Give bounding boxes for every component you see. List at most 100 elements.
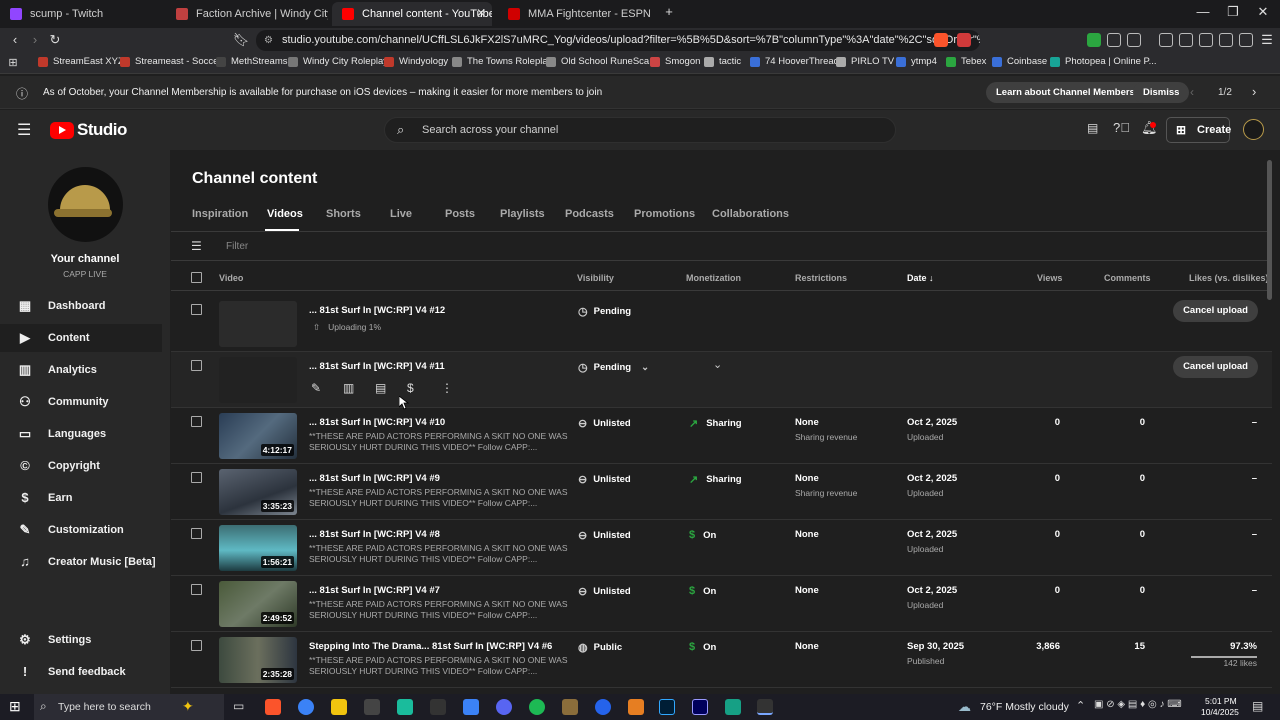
bookmark-item[interactable]: Windyology xyxy=(384,56,448,67)
video-title[interactable]: ... 81st Surf In [WC:RP] V4 #8 xyxy=(309,529,440,540)
tab-inspiration[interactable]: Inspiration xyxy=(192,208,248,220)
bookmark-item[interactable]: MethStreams xyxy=(216,56,288,67)
menu-icon[interactable]: ☰ xyxy=(1258,31,1276,49)
app-icon[interactable] xyxy=(463,699,479,715)
visibility-status[interactable]: ◷ Pending ⌄ xyxy=(578,361,649,374)
bookmark-item[interactable]: PIRLO TV xyxy=(836,56,894,67)
new-tab-icon[interactable]: + xyxy=(654,4,684,19)
video-title[interactable]: ... 81st Surf In [WC:RP] V4 #9 xyxy=(309,473,440,484)
sidebar-item-analytics[interactable]: ▥ Analytics xyxy=(0,356,162,384)
url-field[interactable]: ⚙︎ studio.youtube.com/channel/UCffLSL6Jk… xyxy=(256,30,980,51)
video-thumbnail[interactable]: 1:56:21 xyxy=(219,525,297,571)
studio-logo[interactable]: Studio xyxy=(50,120,127,140)
tab-videos[interactable]: Videos xyxy=(267,208,303,220)
video-thumbnail[interactable]: 2:35:28 xyxy=(219,637,297,683)
table-row[interactable]: ... 81st Surf In [WC:RP] V4 #12 ⇧ Uploadi… xyxy=(171,296,1272,352)
tab-playlists[interactable]: Playlists xyxy=(500,208,545,220)
app-icon[interactable] xyxy=(725,699,741,715)
extension-icon[interactable] xyxy=(1127,33,1141,47)
cancel-upload-button[interactable]: Cancel upload xyxy=(1173,356,1258,378)
tab-collaborations[interactable]: Collaborations xyxy=(712,208,789,220)
sidebar-item-dashboard[interactable]: ▦ Dashboard xyxy=(0,292,162,320)
app-icon[interactable] xyxy=(397,699,413,715)
task-view-icon[interactable]: ▭ xyxy=(233,699,244,713)
bookmark-item[interactable]: Smogon xyxy=(650,56,700,67)
create-button[interactable]: ⊞ Create xyxy=(1166,117,1231,143)
bookmark-item[interactable]: StreamEast XYZ xyxy=(38,56,124,67)
back-icon[interactable]: ‹ xyxy=(6,31,24,49)
browser-tab[interactable]: MMA Fightcenter - ESPN xyxy=(498,2,658,26)
sidebar-item-settings[interactable]: ⚙︎ Settings xyxy=(0,626,162,654)
reload-icon[interactable]: ↻ xyxy=(46,31,64,49)
next-icon[interactable]: › xyxy=(1252,84,1256,99)
leo-icon[interactable] xyxy=(1219,33,1233,47)
music-control-icon[interactable] xyxy=(1159,33,1173,47)
table-row[interactable]: 4:12:17 ... 81st Surf In [WC:RP] V4 #10 … xyxy=(171,408,1272,464)
feedback-icon[interactable]: ▤ xyxy=(1087,121,1098,135)
column-visibility[interactable]: Visibility xyxy=(577,273,614,283)
app-icon[interactable] xyxy=(757,699,773,715)
bookmark-item[interactable]: Streameast - Soccer xyxy=(120,56,222,67)
video-thumbnail[interactable]: 2:49:52 xyxy=(219,581,297,627)
avatar[interactable] xyxy=(1243,119,1264,140)
tab-promotions[interactable]: Promotions xyxy=(634,208,695,220)
tray-chevron-icon[interactable]: ⌃ xyxy=(1076,699,1085,712)
table-row[interactable]: 2:49:52 ... 81st Surf In [WC:RP] V4 #7 *… xyxy=(171,576,1272,632)
bookmark-item[interactable]: tactic xyxy=(704,56,741,67)
scrollbar[interactable] xyxy=(1267,160,1272,300)
discord-icon[interactable] xyxy=(496,699,512,715)
row-checkbox[interactable] xyxy=(191,640,202,651)
premiere-icon[interactable] xyxy=(692,699,708,715)
visibility-status[interactable]: ◷ Pending xyxy=(578,305,631,318)
help-icon[interactable]: ?⃝ xyxy=(1113,120,1130,135)
windows-start-icon[interactable]: ⊞ xyxy=(9,698,21,715)
bookmark-item[interactable]: The Towns Roleplay xyxy=(452,56,552,67)
tab-podcasts[interactable]: Podcasts xyxy=(565,208,614,220)
select-all-checkbox[interactable] xyxy=(191,272,202,283)
visibility-status[interactable]: ⊖ Unlisted xyxy=(578,529,631,542)
row-checkbox[interactable] xyxy=(191,360,202,371)
close-window-icon[interactable]: ✕ xyxy=(1248,4,1278,20)
video-title[interactable]: ... 81st Surf In [WC:RP] V4 #12 xyxy=(309,305,445,316)
column-comments[interactable]: Comments xyxy=(1104,273,1151,283)
site-info-icon[interactable]: ⚙︎ xyxy=(264,30,273,51)
video-thumbnail[interactable] xyxy=(219,301,297,347)
taskbar-search[interactable]: ⌕ Type here to search ✦ xyxy=(34,694,224,720)
visibility-status[interactable]: ⊖ Unlisted xyxy=(578,585,631,598)
column-likes[interactable]: Likes (vs. dislikes) xyxy=(1189,273,1269,283)
brave-icon[interactable] xyxy=(265,699,281,715)
visibility-status[interactable]: ⊖ Unlisted xyxy=(578,473,631,486)
vlc-icon[interactable] xyxy=(628,699,644,715)
column-restrictions[interactable]: Restrictions xyxy=(795,273,847,283)
spotify-icon[interactable] xyxy=(529,699,545,715)
bookmark-item[interactable]: 74 HooverThread xyxy=(750,56,839,67)
browser-tab[interactable]: Faction Archive | Windy City Roleplay xyxy=(166,2,328,26)
table-row[interactable]: 2:35:28 Stepping Into The Drama... 81st … xyxy=(171,632,1272,688)
table-row[interactable]: 3:35:23 ... 81st Surf In [WC:RP] V4 #9 *… xyxy=(171,464,1272,520)
bookmark-item[interactable]: Old School RuneSca... xyxy=(546,56,657,67)
close-tab-icon[interactable]: ✕ xyxy=(476,6,486,20)
bookmark-item[interactable]: Tebex xyxy=(946,56,986,67)
video-title[interactable]: ... 81st Surf In [WC:RP] V4 #7 xyxy=(309,585,440,596)
table-row[interactable]: 1:56:21 ... 81st Surf In [WC:RP] V4 #8 *… xyxy=(171,520,1272,576)
app-icon[interactable] xyxy=(430,699,446,715)
sidebar-toggle-icon[interactable] xyxy=(1179,33,1193,47)
sidebar-item-feedback[interactable]: ! Send feedback xyxy=(0,658,162,686)
column-views[interactable]: Views xyxy=(1037,273,1062,283)
video-title[interactable]: Stepping Into The Drama... 81st Surf In … xyxy=(309,641,552,652)
forward-icon[interactable]: › xyxy=(26,31,44,49)
row-checkbox[interactable] xyxy=(191,472,202,483)
monetization-status[interactable]: $ On xyxy=(689,529,716,541)
video-title[interactable]: ... 81st Surf In [WC:RP] V4 #11 xyxy=(309,361,445,372)
video-title[interactable]: ... 81st Surf In [WC:RP] V4 #10 xyxy=(309,417,445,428)
vpn-icon[interactable] xyxy=(1239,33,1253,47)
cancel-upload-button[interactable]: Cancel upload xyxy=(1173,300,1258,322)
bookmark-item[interactable]: Photopea | Online P... xyxy=(1050,56,1157,67)
visibility-status[interactable]: ◍ Public xyxy=(578,641,622,654)
filter-icon[interactable]: ☰ xyxy=(191,239,202,253)
monetization-status[interactable]: ↗ Sharing xyxy=(689,417,742,430)
comments-icon[interactable]: ▤ xyxy=(375,381,386,395)
photoshop-icon[interactable] xyxy=(659,699,675,715)
hamburger-menu-icon[interactable]: ☰ xyxy=(17,120,31,140)
extension-icon[interactable] xyxy=(1107,33,1121,47)
